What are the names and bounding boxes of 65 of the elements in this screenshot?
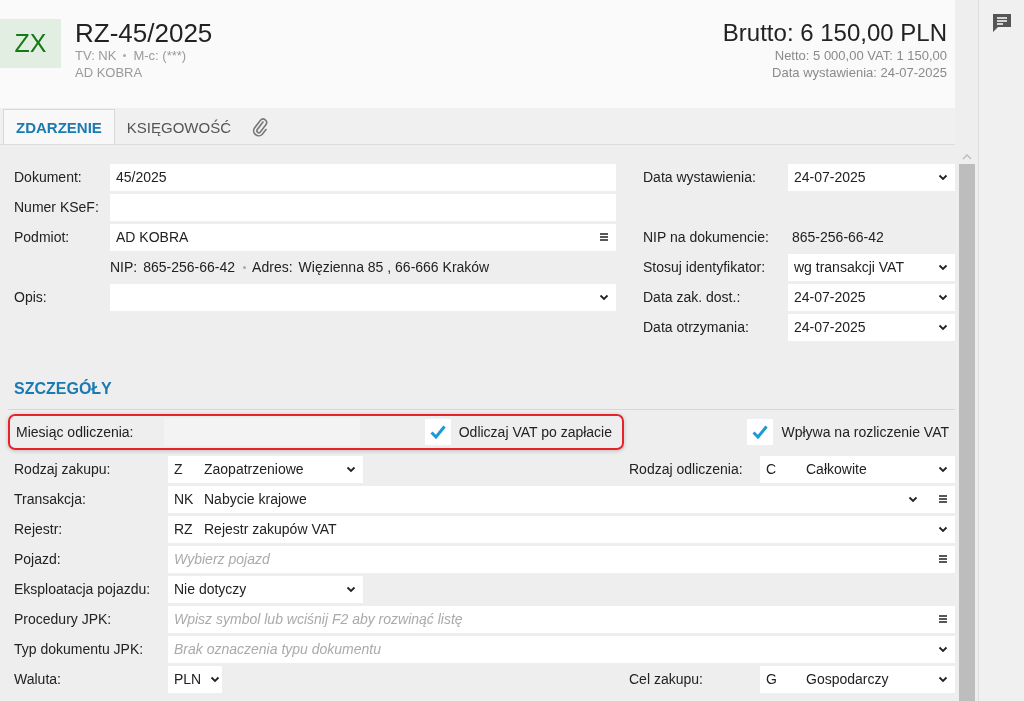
field-label: Waluta:: [14, 671, 62, 687]
field-label: Numer KSeF:: [14, 199, 100, 215]
field-label: Dokument:: [14, 169, 83, 185]
field-label: Typ dokumentu JPK:: [14, 641, 145, 657]
checkbox-label: Odliczaj VAT po zapłacie: [458, 424, 612, 440]
field-label: Rodzaj zakupu:: [14, 461, 112, 477]
paperclip-icon: [251, 117, 270, 137]
select-field[interactable]: Z Zaopatrzeniowe: [168, 455, 363, 483]
select-field[interactable]: [110, 283, 616, 311]
select-field[interactable]: 24-07-2025: [788, 283, 955, 311]
net-vat-amount: Netto: 5 000,00 VAT: 1 150,00: [773, 47, 947, 64]
select-field[interactable]: G Gospodarczy: [760, 665, 955, 693]
checkbox[interactable]: [747, 419, 774, 445]
field-label: Data wystawienia:: [643, 169, 757, 185]
field-label: Eksploatacja pojazdu:: [14, 581, 152, 597]
menu-icon[interactable]: [598, 231, 610, 243]
contractor-info: NIP:: [110, 259, 138, 275]
scrollbar[interactable]: [955, 0, 978, 701]
checkmark-icon: [752, 425, 769, 439]
contractor-info: 865-256-66-42: [143, 259, 236, 275]
gross-amount: Brutto: 6 150,00 PLN: [722, 19, 947, 47]
field-label: Opis:: [14, 289, 48, 305]
contractor-info: Adres:: [252, 259, 293, 275]
select-field[interactable]: 24-07-2025: [788, 163, 955, 191]
select-field[interactable]: RZ Rejestr zakupów VAT: [168, 515, 955, 543]
select-field[interactable]: wg transakcji VAT: [788, 253, 955, 281]
select-field[interactable]: 24-07-2025: [788, 313, 955, 341]
document-meta: TV: NK: [75, 47, 117, 64]
select-field[interactable]: NK Nabycie krajowe: [168, 485, 955, 513]
select-field[interactable]: C Całkowite: [760, 455, 955, 483]
field-label: Pojazd:: [14, 551, 62, 567]
field-label: Miesiąc odliczenia:: [16, 424, 135, 440]
contractor-info: Więzienna 85 , 66-666 Kraków: [298, 259, 490, 275]
section-heading: SZCZEGÓŁY: [14, 380, 113, 398]
comment-icon[interactable]: [990, 12, 1013, 34]
nip-value: 865-256-66-42: [791, 229, 884, 245]
field-label: Cel zakupu:: [629, 671, 704, 687]
document-title: RZ-45/2025: [75, 19, 213, 47]
document-meta: M-c: (***): [133, 47, 187, 64]
field-label: Podmiot:: [14, 229, 71, 245]
menu-icon[interactable]: [937, 493, 949, 505]
field-label: Transakcja:: [14, 491, 87, 507]
issue-date: Data wystawienia: 24-07-2025: [771, 64, 947, 81]
tab[interactable]: KSIĘGOWOŚĆ: [114, 110, 244, 144]
checkmark-icon: [429, 425, 446, 439]
field-label: Procedury JPK:: [14, 611, 113, 627]
contractor-name: AD KOBRA: [75, 64, 143, 81]
select-field[interactable]: Nie dotyczy: [168, 575, 363, 603]
input-field[interactable]: AD KOBRA: [110, 223, 616, 251]
field-label: Rodzaj odliczenia:: [629, 461, 744, 477]
field-label: NIP na dokumencie:: [643, 229, 770, 245]
document-badge: ZX: [0, 19, 61, 68]
separator-dot: [123, 54, 127, 57]
field-label: Data otrzymania:: [643, 319, 750, 335]
field-label: Rejestr:: [14, 521, 64, 537]
input-field[interactable]: 45/2025: [110, 163, 616, 191]
checkbox[interactable]: [424, 419, 451, 445]
menu-icon[interactable]: [937, 613, 949, 625]
menu-icon[interactable]: [937, 553, 949, 565]
select-field[interactable]: PLN: [168, 665, 222, 693]
checkbox-label: Wpływa na rozliczenie VAT: [781, 424, 949, 440]
separator-dot: [243, 265, 247, 269]
field-label: Stosuj identyfikator:: [643, 259, 767, 275]
tab[interactable]: ZDARZENIE: [3, 109, 115, 144]
field-label: Data zak. dost.:: [643, 289, 742, 305]
